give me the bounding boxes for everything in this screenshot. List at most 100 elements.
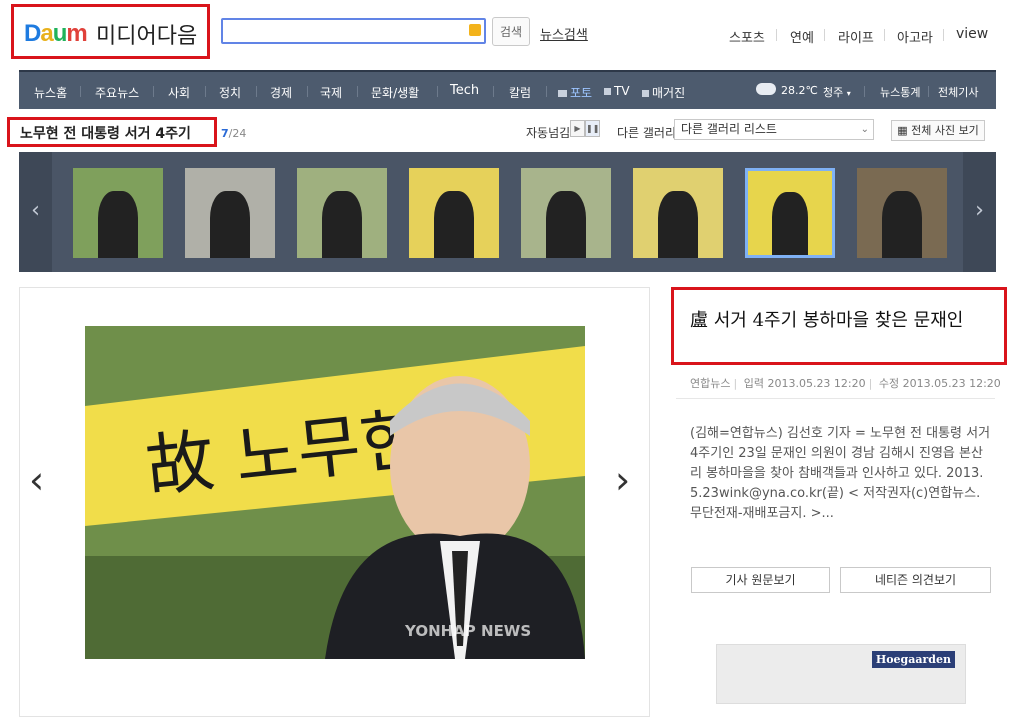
thumb-6[interactable]: [633, 168, 723, 258]
divider: [256, 86, 257, 97]
divider: [776, 29, 777, 41]
top-link-life[interactable]: 라이프: [838, 27, 874, 46]
gallery-select[interactable]: 다른 갤러리 리스트 ⌄: [674, 119, 874, 140]
divider: [546, 86, 547, 97]
play-icon: ▶: [574, 124, 581, 133]
input-label: 입력: [743, 377, 764, 390]
article-source: 연합뉴스: [690, 377, 731, 390]
article-meta: 연합뉴스 | 입력 2013.05.23 12:20 | 수정 2013.05.23…: [690, 377, 1001, 390]
prev-photo-button[interactable]: ‹: [29, 458, 44, 502]
thumb-figure: [658, 190, 698, 258]
top-link-agora[interactable]: 아고라: [897, 27, 933, 46]
thumb-figure: [434, 190, 474, 258]
thumb-3[interactable]: [297, 168, 387, 258]
divider: [307, 86, 308, 97]
next-photo-button[interactable]: ›: [615, 458, 630, 502]
edit-time: 2013.05.23 12:20: [902, 377, 1001, 390]
thumb-1[interactable]: [73, 168, 163, 258]
nav-culture[interactable]: 문화/생활: [371, 84, 419, 101]
site-title[interactable]: 미디어다음: [96, 18, 197, 50]
view-comments-button[interactable]: 네티즌 의견보기: [840, 567, 991, 593]
play-button[interactable]: ▶: [570, 120, 585, 137]
article-body: (김해=연합뉴스) 김선호 기자 = 노무현 전 대통령 서거 4주기인 23일…: [690, 426, 991, 521]
thumb-figure: [322, 190, 362, 258]
divider: [943, 29, 944, 41]
divider: [884, 29, 885, 41]
divider: [153, 86, 154, 97]
thumb-figure: [210, 190, 250, 258]
nav-photo[interactable]: 포토: [558, 84, 592, 101]
search-button[interactable]: 검색: [492, 17, 530, 46]
top-link-entertainment[interactable]: 연예: [790, 27, 814, 46]
view-original-button[interactable]: 기사 원문보기: [691, 567, 830, 593]
hoegaarden-logo: Hoegaarden: [871, 651, 955, 668]
thumbnail-strip: ‹ ›: [19, 152, 996, 272]
nav-news-stats[interactable]: 뉴스통계: [880, 84, 920, 100]
divider: [493, 86, 494, 97]
pause-icon: ❚❚: [586, 124, 600, 133]
nav-news-home[interactable]: 뉴스홈: [34, 84, 67, 101]
thumb-4[interactable]: [409, 168, 499, 258]
divider: [864, 86, 865, 97]
camera-icon: [558, 90, 567, 97]
chevron-right-icon: ›: [615, 458, 631, 502]
nav-society[interactable]: 사회: [168, 84, 190, 101]
nav-column[interactable]: 칼럼: [509, 84, 531, 101]
top-link-sports[interactable]: 스포츠: [729, 27, 765, 46]
gallery-title: 노무현 전 대통령 서거 4주기: [20, 126, 191, 142]
nav-tech[interactable]: Tech: [450, 83, 479, 98]
magazine-icon: [642, 90, 649, 97]
divider: [80, 86, 81, 97]
tv-icon: [604, 88, 611, 95]
divider: [205, 86, 206, 97]
thumb-5[interactable]: [521, 168, 611, 258]
main-photo[interactable]: 故 노무현 YONHAP NEWS: [85, 326, 585, 659]
thumb-8[interactable]: [857, 168, 947, 258]
nav-economy[interactable]: 경제: [270, 84, 292, 101]
divider: [676, 398, 995, 399]
search-box[interactable]: [221, 18, 486, 44]
watermark: YONHAP NEWS: [404, 622, 531, 640]
nav-all-articles[interactable]: 전체기사: [938, 84, 978, 100]
strip-prev-button[interactable]: ‹: [19, 152, 52, 272]
divider: [824, 29, 825, 41]
divider: [437, 86, 438, 97]
divider: [928, 86, 929, 97]
thumb-figure: [882, 190, 922, 258]
cloud-icon: [756, 83, 776, 95]
news-search-link[interactable]: 뉴스검색: [540, 24, 588, 43]
daum-logo[interactable]: Daum: [24, 20, 88, 48]
thumb-figure: [771, 192, 809, 255]
article-headline: 盧 서거 4주기 봉하마을 찾은 문재인: [690, 310, 964, 331]
top-link-view[interactable]: view: [956, 26, 988, 42]
thumb-figure: [98, 190, 138, 258]
strip-next-button[interactable]: ›: [963, 152, 996, 272]
nav-tv[interactable]: TV: [604, 84, 630, 98]
photo-counter: 7/24: [221, 127, 247, 140]
search-suggest-icon[interactable]: [469, 24, 481, 36]
weather-city[interactable]: 청주 ▾: [823, 84, 851, 100]
chevron-right-icon: ›: [975, 198, 984, 223]
nav-world[interactable]: 국제: [320, 84, 342, 101]
pause-button[interactable]: ❚❚: [585, 120, 600, 137]
grid-icon: ▦: [897, 124, 908, 137]
thumb-figure: [546, 190, 586, 258]
main-nav: 뉴스홈 주요뉴스 사회 정치 경제 국제 문화/생활 Tech 칼럼 포토 TV…: [19, 70, 996, 109]
edit-label: 수정: [878, 377, 900, 390]
chevron-left-icon: ‹: [31, 198, 40, 223]
nav-magazine[interactable]: 매거진: [642, 84, 685, 101]
divider: [357, 86, 358, 97]
all-photos-button[interactable]: ▦ 전체 사진 보기: [891, 120, 985, 141]
other-gallery-label: 다른 갤러리: [617, 126, 677, 140]
chevron-down-icon: ⌄: [860, 124, 869, 135]
ad-banner[interactable]: Hoegaarden: [716, 644, 966, 704]
input-time: 2013.05.23 12:20: [767, 377, 866, 390]
weather-temp: 28.2℃: [781, 84, 818, 97]
thumb-2[interactable]: [185, 168, 275, 258]
thumb-7[interactable]: [745, 168, 835, 258]
chevron-down-icon: ▾: [846, 89, 851, 98]
search-input[interactable]: [227, 21, 466, 43]
nav-top-news[interactable]: 주요뉴스: [95, 84, 139, 101]
nav-politics[interactable]: 정치: [219, 84, 241, 101]
autoplay-label: 자동넘김: [526, 126, 571, 140]
